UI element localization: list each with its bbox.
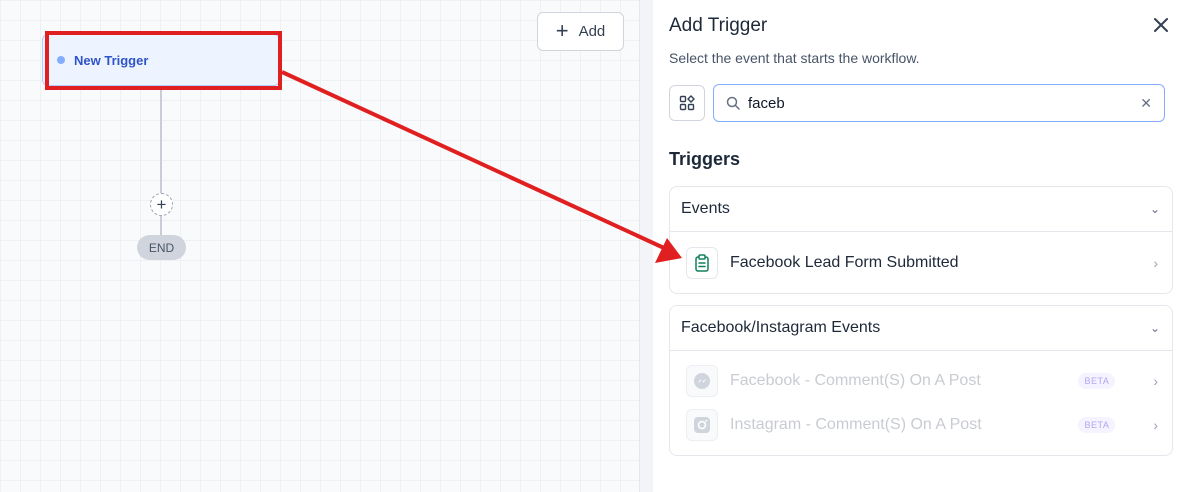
panel-divider <box>639 0 653 492</box>
triggers-heading: Triggers <box>669 149 741 169</box>
end-node: END <box>137 235 186 260</box>
workflow-canvas[interactable]: + Add New Trigger + END <box>0 0 640 492</box>
group-title: Events <box>681 200 730 217</box>
category-view-button[interactable] <box>669 85 705 121</box>
events-group: Events ⌄ Facebook Lead Form Submitted › <box>669 186 1173 294</box>
search-input[interactable] <box>748 94 1133 112</box>
status-dot-icon <box>57 56 65 64</box>
events-group-header[interactable]: Events ⌄ <box>670 187 1172 232</box>
messenger-icon <box>686 365 718 397</box>
beta-badge: BETA <box>1078 373 1116 389</box>
list-item-label: Facebook Lead Form Submitted <box>730 253 959 271</box>
list-item-label: Instagram - Comment(S) On A Post <box>730 416 982 433</box>
search-icon <box>726 96 740 110</box>
add-step-button[interactable]: + <box>150 193 173 216</box>
plus-icon: + <box>555 17 569 43</box>
apps-grid-icon <box>679 95 695 111</box>
list-item-facebook-comments: Facebook - Comment(S) On A Post BETA › <box>670 359 1172 403</box>
add-button[interactable]: + Add <box>537 12 624 51</box>
chevron-right-icon: › <box>1153 417 1158 433</box>
add-button-label: Add <box>578 23 606 40</box>
connector-line <box>160 216 162 236</box>
new-trigger-node[interactable]: New Trigger <box>42 34 280 86</box>
search-field: ✕ <box>713 84 1165 122</box>
add-trigger-panel: Add Trigger Select the event that starts… <box>653 0 1198 492</box>
facebook-instagram-group: Facebook/Instagram Events ⌄ Facebook - C… <box>669 305 1173 456</box>
trigger-node-label: New Trigger <box>74 52 149 68</box>
group-title: Facebook/Instagram Events <box>681 319 881 336</box>
list-item-label: Facebook - Comment(S) On A Post <box>730 372 981 389</box>
close-button[interactable] <box>1149 13 1173 37</box>
chevron-down-icon: ⌄ <box>1149 202 1160 216</box>
list-item-facebook-lead-form[interactable]: Facebook Lead Form Submitted › <box>670 232 1172 293</box>
fb-ig-group-header[interactable]: Facebook/Instagram Events ⌄ <box>670 306 1172 351</box>
panel-title: Add Trigger <box>669 15 768 36</box>
beta-badge: BETA <box>1078 417 1116 433</box>
close-icon <box>1154 18 1168 32</box>
chevron-right-icon: › <box>1153 373 1158 389</box>
chevron-right-icon: › <box>1153 254 1158 271</box>
connector-line <box>160 90 162 193</box>
panel-subtitle: Select the event that starts the workflo… <box>669 50 920 66</box>
chevron-down-icon: ⌄ <box>1149 321 1160 335</box>
clear-search-icon[interactable]: ✕ <box>1140 95 1152 112</box>
instagram-icon <box>686 409 718 441</box>
list-item-instagram-comments: Instagram - Comment(S) On A Post BETA › <box>670 403 1172 447</box>
clipboard-icon <box>686 246 718 279</box>
